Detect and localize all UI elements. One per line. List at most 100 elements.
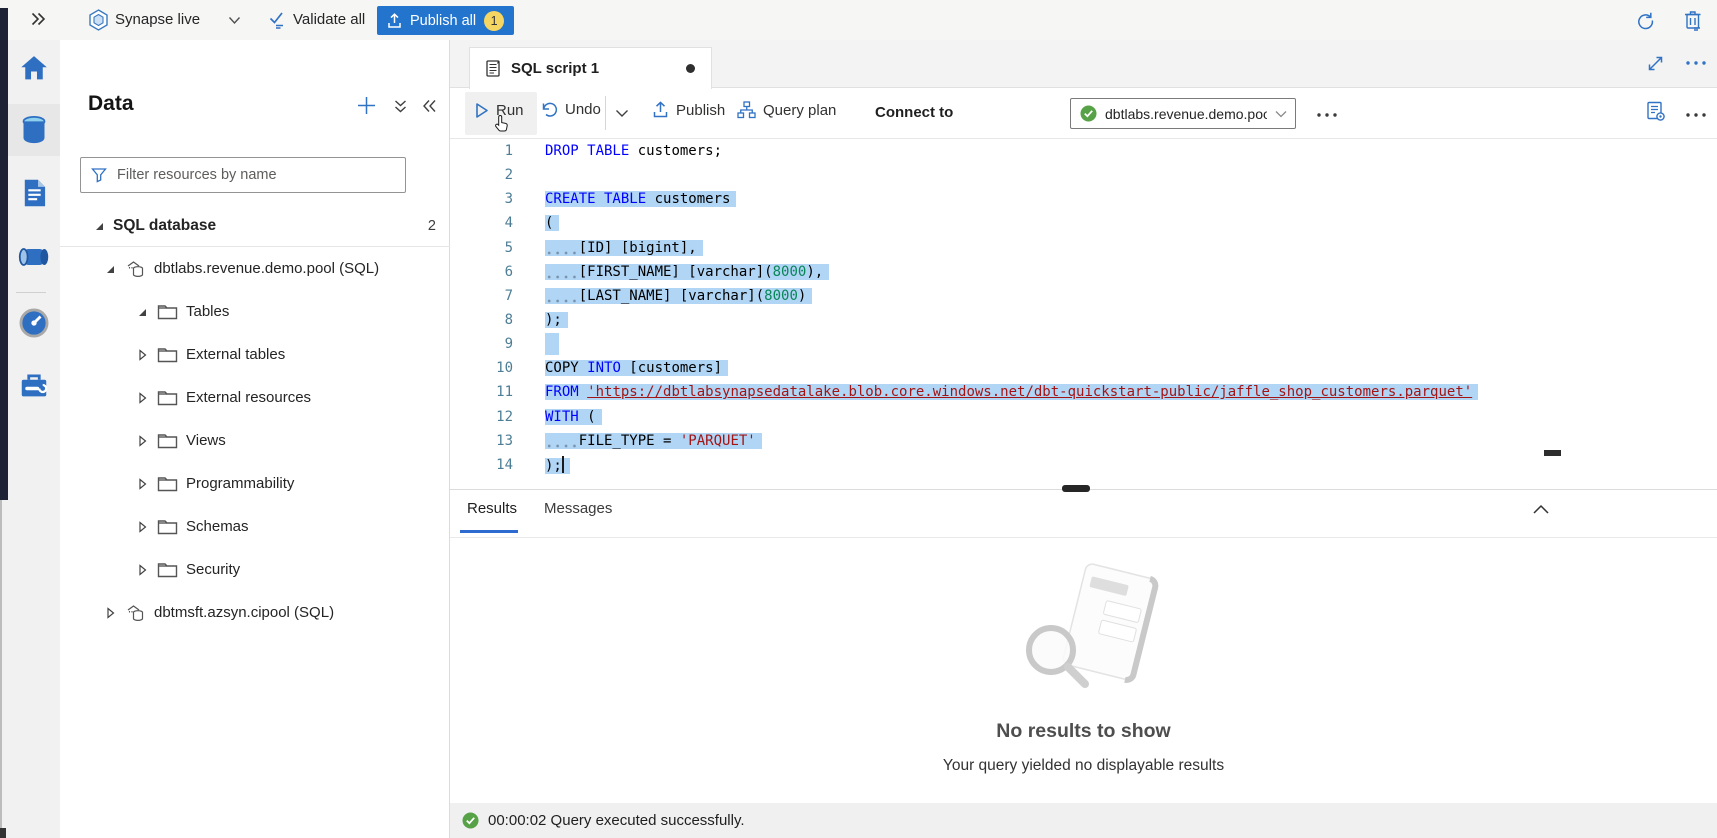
line-number: 4 <box>450 215 513 231</box>
triangle-collapsed-icon[interactable] <box>135 349 148 361</box>
triangle-collapsed-icon[interactable] <box>135 392 148 404</box>
results-tab-bar: Results Messages <box>450 490 1717 538</box>
top-bar: Synapse live Validate all Publish all 1 <box>0 0 1717 41</box>
nav-manage[interactable] <box>8 359 60 411</box>
code-token: CREATE TABLE <box>545 191 646 207</box>
line-content: ( <box>545 215 559 231</box>
toolbar-far-more-icon[interactable] <box>1685 112 1707 118</box>
upload-icon <box>387 13 402 29</box>
code-token <box>545 288 579 304</box>
folder-icon <box>157 389 178 406</box>
triangle-expanded-icon[interactable] <box>103 263 116 275</box>
run-options-chevron-icon[interactable] <box>615 109 629 118</box>
double-chevron-right-icon[interactable] <box>30 11 46 27</box>
nav-monitor[interactable] <box>8 297 60 349</box>
tree-item-views[interactable]: Views <box>60 419 450 462</box>
synapse-mode-selector[interactable]: Synapse live <box>115 11 200 28</box>
chevron-down-icon[interactable] <box>228 16 241 25</box>
code-token: [FIRST_NAME] [varchar]( <box>579 264 773 280</box>
line-number: 12 <box>450 409 513 425</box>
triangle-collapsed-icon[interactable] <box>135 435 148 447</box>
pool-select-dropdown[interactable]: dbtlabs.revenue.demo.pool <box>1070 98 1296 129</box>
nav-integrate[interactable] <box>8 231 60 283</box>
panel-title: Data <box>88 92 134 116</box>
sql-code-editor[interactable]: 1DROP TABLE customers;23CREATE TABLE cus… <box>450 139 1717 529</box>
selection-highlight: WITH ( <box>545 409 602 425</box>
triangle-expanded-icon[interactable] <box>135 306 148 318</box>
tab-more-icon[interactable] <box>1685 60 1707 66</box>
triangle-expanded-icon[interactable] <box>92 220 105 232</box>
folder-icon <box>157 561 178 578</box>
undo-button[interactable]: Undo <box>540 101 601 118</box>
tree-item-label: SQL database <box>113 217 216 235</box>
expand-editor-icon[interactable] <box>1647 55 1664 72</box>
publish-all-label: Publish all <box>410 13 476 29</box>
tree-item-security[interactable]: Security <box>60 548 450 591</box>
line-content: [LAST_NAME] [varchar](8000) <box>545 288 812 304</box>
line-content: ); <box>545 456 570 474</box>
filter-resources-input[interactable] <box>115 166 397 184</box>
toolbar-more-icon[interactable] <box>1316 112 1338 118</box>
code-token: ); <box>545 458 562 474</box>
tree-item-schemas[interactable]: Schemas <box>60 505 450 548</box>
publish-all-button[interactable]: Publish all 1 <box>377 6 514 35</box>
editor-toolbar: Run Undo Publish Query plan Connect to d… <box>450 88 1717 139</box>
tree-item-programmability[interactable]: Programmability <box>60 462 450 505</box>
tree-item-external-tables[interactable]: External tables <box>60 333 450 376</box>
folder-icon <box>157 432 178 449</box>
double-chevron-left-icon[interactable] <box>421 98 438 114</box>
properties-document-gear-icon[interactable] <box>1644 100 1668 124</box>
selection-highlight: FILE_TYPE = 'PARQUET' <box>545 433 762 449</box>
tab-sql-script-1[interactable]: SQL script 1 <box>469 47 712 89</box>
line-content: FILE_TYPE = 'PARQUET' <box>545 433 762 449</box>
triangle-collapsed-icon[interactable] <box>135 564 148 576</box>
code-token: COPY <box>545 360 587 376</box>
tree-item-dbtmsft-azsyn-cipool-sql[interactable]: dbtmsft.azsyn.cipool (SQL) <box>60 591 450 634</box>
undo-icon <box>540 101 558 118</box>
code-token <box>545 240 579 256</box>
tab-messages[interactable]: Messages <box>544 500 612 517</box>
line-number: 1 <box>450 143 513 159</box>
line-number: 11 <box>450 384 513 400</box>
home-icon <box>19 54 49 82</box>
selection-highlight: [ID] [bigint], <box>545 240 703 256</box>
double-chevron-down-icon[interactable] <box>393 99 408 114</box>
query-plan-icon <box>737 101 756 119</box>
publish-count-badge: 1 <box>484 11 504 31</box>
trash-icon[interactable] <box>1683 9 1703 31</box>
selection-highlight: FROM 'https://dbtlabsynapsedatalake.blob… <box>545 384 1478 400</box>
dropdown-chevron-icon <box>1275 110 1287 118</box>
overview-ruler-mark <box>1544 450 1561 456</box>
triangle-collapsed-icon[interactable] <box>135 478 148 490</box>
selection-highlight: ); <box>545 458 570 474</box>
folder-icon <box>157 475 178 492</box>
nav-data[interactable] <box>8 104 60 156</box>
triangle-collapsed-icon[interactable] <box>135 521 148 533</box>
tab-results[interactable]: Results <box>467 500 517 517</box>
code-token <box>579 384 587 400</box>
selection-highlight: CREATE TABLE customers <box>545 191 736 207</box>
tree-item-tables[interactable]: Tables <box>60 290 450 333</box>
empty-state-title: No results to show <box>450 720 1717 743</box>
play-icon <box>475 102 489 119</box>
query-plan-button[interactable]: Query plan <box>737 101 836 119</box>
validate-all-button[interactable]: Validate all <box>293 11 365 28</box>
tree-item-sql-database[interactable]: SQL database2 <box>60 204 450 247</box>
code-token: ), <box>806 264 823 280</box>
no-results-empty-state: No results to show Your query yielded no… <box>450 538 1717 775</box>
tree-item-dbtlabs-revenue-demo-pool-sql[interactable]: dbtlabs.revenue.demo.pool (SQL) <box>60 247 450 290</box>
nav-home[interactable] <box>8 42 60 94</box>
code-line-7: 7 [LAST_NAME] [varchar](8000) <box>450 284 1717 308</box>
sql-pool-icon <box>125 259 146 279</box>
line-content: [ID] [bigint], <box>545 240 703 256</box>
add-resource-button[interactable] <box>356 95 377 116</box>
code-token: ); <box>545 312 562 328</box>
sql-script-icon <box>484 59 502 78</box>
triangle-collapsed-icon[interactable] <box>103 607 116 619</box>
tree-item-label: External resources <box>186 389 311 406</box>
publish-button[interactable]: Publish <box>652 101 725 119</box>
tree-item-external-resources[interactable]: External resources <box>60 376 450 419</box>
refresh-icon[interactable] <box>1635 10 1656 31</box>
chevron-up-icon[interactable] <box>1532 504 1550 515</box>
nav-develop[interactable] <box>8 167 60 219</box>
